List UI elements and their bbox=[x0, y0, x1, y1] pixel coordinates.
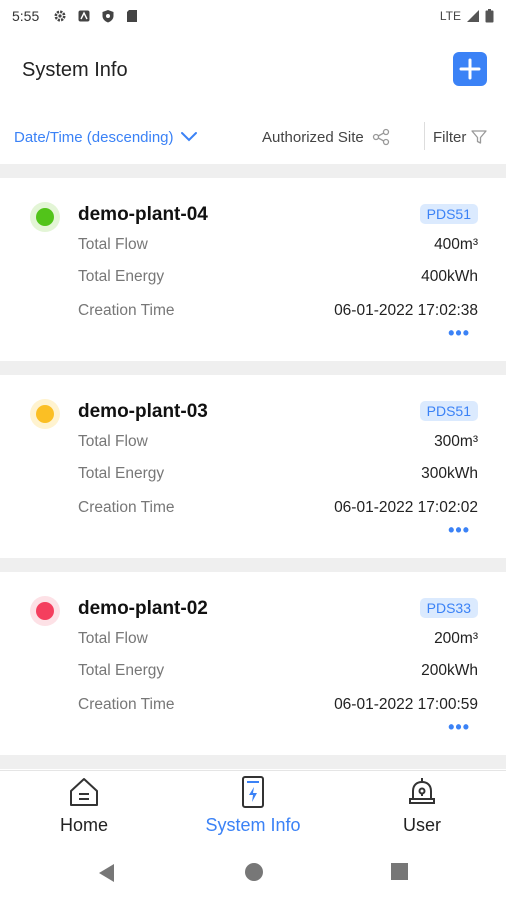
nav-home[interactable]: Home bbox=[19, 775, 149, 836]
nav-user[interactable]: User bbox=[357, 775, 487, 836]
filter-icon bbox=[471, 130, 487, 144]
more-options-button[interactable]: ••• bbox=[448, 718, 470, 736]
row-label: Total Flow bbox=[78, 630, 148, 647]
row-label: Creation Time bbox=[78, 499, 175, 516]
plant-name: demo-plant-04 bbox=[78, 204, 208, 225]
plus-icon bbox=[459, 58, 481, 80]
sort-label: Date/Time (descending) bbox=[14, 128, 174, 146]
row-value: 06-01-2022 17:02:38 bbox=[334, 302, 478, 319]
system-list: demo-plant-04 PDS51 Total Flow 400m³ Tota… bbox=[0, 164, 506, 769]
more-options-button[interactable]: ••• bbox=[448, 521, 470, 539]
system-nav-bar bbox=[0, 848, 506, 900]
model-badge: PDS33 bbox=[419, 598, 478, 618]
list-item[interactable]: demo-plant-02 PDS33 Total Flow 200m³ Tota… bbox=[0, 572, 506, 755]
plant-name: demo-plant-03 bbox=[78, 401, 208, 422]
list-separator bbox=[0, 361, 506, 375]
authorized-site-button[interactable]: Authorized Site bbox=[262, 128, 390, 146]
status-indicator-glow bbox=[30, 596, 60, 626]
row-label: Creation Time bbox=[78, 302, 175, 319]
row-value: 06-01-2022 17:00:59 bbox=[334, 696, 478, 713]
bottom-nav: Home System Info User bbox=[0, 770, 506, 848]
network-type: LTE bbox=[439, 9, 461, 23]
device-bolt-icon bbox=[242, 776, 264, 808]
user-bell-icon bbox=[409, 778, 435, 804]
home-circle-icon[interactable] bbox=[244, 862, 264, 882]
row-value: 400kWh bbox=[421, 268, 478, 285]
list-separator bbox=[0, 755, 506, 769]
status-indicator bbox=[36, 208, 54, 226]
nav-label: User bbox=[402, 815, 441, 835]
app-icon bbox=[78, 10, 90, 22]
site-label: Authorized Site bbox=[262, 128, 364, 146]
list-item[interactable]: demo-plant-03 PDS51 Total Flow 300m³ Tota… bbox=[0, 375, 506, 558]
gear-icon bbox=[54, 10, 66, 22]
model-badge: PDS51 bbox=[419, 401, 478, 421]
row-label: Total Energy bbox=[78, 465, 165, 482]
status-time: 5:55 bbox=[12, 8, 40, 24]
shield-icon bbox=[102, 10, 114, 23]
row-value: 200kWh bbox=[421, 662, 478, 679]
back-icon[interactable] bbox=[96, 862, 116, 884]
chevron-down-icon bbox=[180, 132, 197, 142]
nav-label: Home bbox=[59, 815, 108, 835]
nav-system-info[interactable]: System Info bbox=[188, 775, 318, 836]
row-label: Total Flow bbox=[78, 236, 148, 253]
filter-label: Filter bbox=[433, 128, 467, 146]
app-bar: System Info bbox=[0, 40, 506, 100]
list-separator bbox=[0, 558, 506, 572]
status-indicator-glow bbox=[30, 202, 60, 232]
filter-button[interactable]: Filter bbox=[433, 128, 488, 146]
status-indicator-glow bbox=[30, 399, 60, 429]
home-icon bbox=[70, 778, 98, 806]
signal-icon bbox=[467, 10, 479, 22]
nav-label: System Info bbox=[205, 815, 301, 835]
model-badge: PDS51 bbox=[419, 204, 478, 224]
list-separator bbox=[0, 164, 506, 178]
status-indicator bbox=[36, 602, 54, 620]
status-bar: 5:55 LTE bbox=[0, 0, 506, 32]
row-label: Total Energy bbox=[78, 268, 165, 285]
add-button[interactable] bbox=[453, 52, 487, 86]
filter-bar: Date/Time (descending) Authorized Site F… bbox=[0, 116, 506, 158]
row-label: Total Flow bbox=[78, 433, 148, 450]
battery-icon bbox=[485, 9, 494, 23]
plant-name: demo-plant-02 bbox=[78, 598, 208, 619]
row-label: Creation Time bbox=[78, 696, 175, 713]
row-value: 200m³ bbox=[434, 630, 478, 647]
sd-card-icon bbox=[127, 10, 138, 22]
row-value: 300m³ bbox=[434, 433, 478, 450]
sort-dropdown[interactable]: Date/Time (descending) bbox=[14, 129, 198, 146]
row-value: 06-01-2022 17:02:02 bbox=[334, 499, 478, 516]
more-options-button[interactable]: ••• bbox=[448, 324, 470, 342]
row-label: Total Energy bbox=[78, 662, 165, 679]
row-value: 300kWh bbox=[421, 465, 478, 482]
status-indicator bbox=[36, 405, 54, 423]
page-title: System Info bbox=[22, 58, 128, 81]
filter-divider bbox=[424, 122, 425, 150]
recents-icon[interactable] bbox=[390, 862, 409, 881]
list-item[interactable]: demo-plant-04 PDS51 Total Flow 400m³ Tota… bbox=[0, 178, 506, 361]
share-icon bbox=[372, 128, 389, 146]
row-value: 400m³ bbox=[434, 236, 478, 253]
